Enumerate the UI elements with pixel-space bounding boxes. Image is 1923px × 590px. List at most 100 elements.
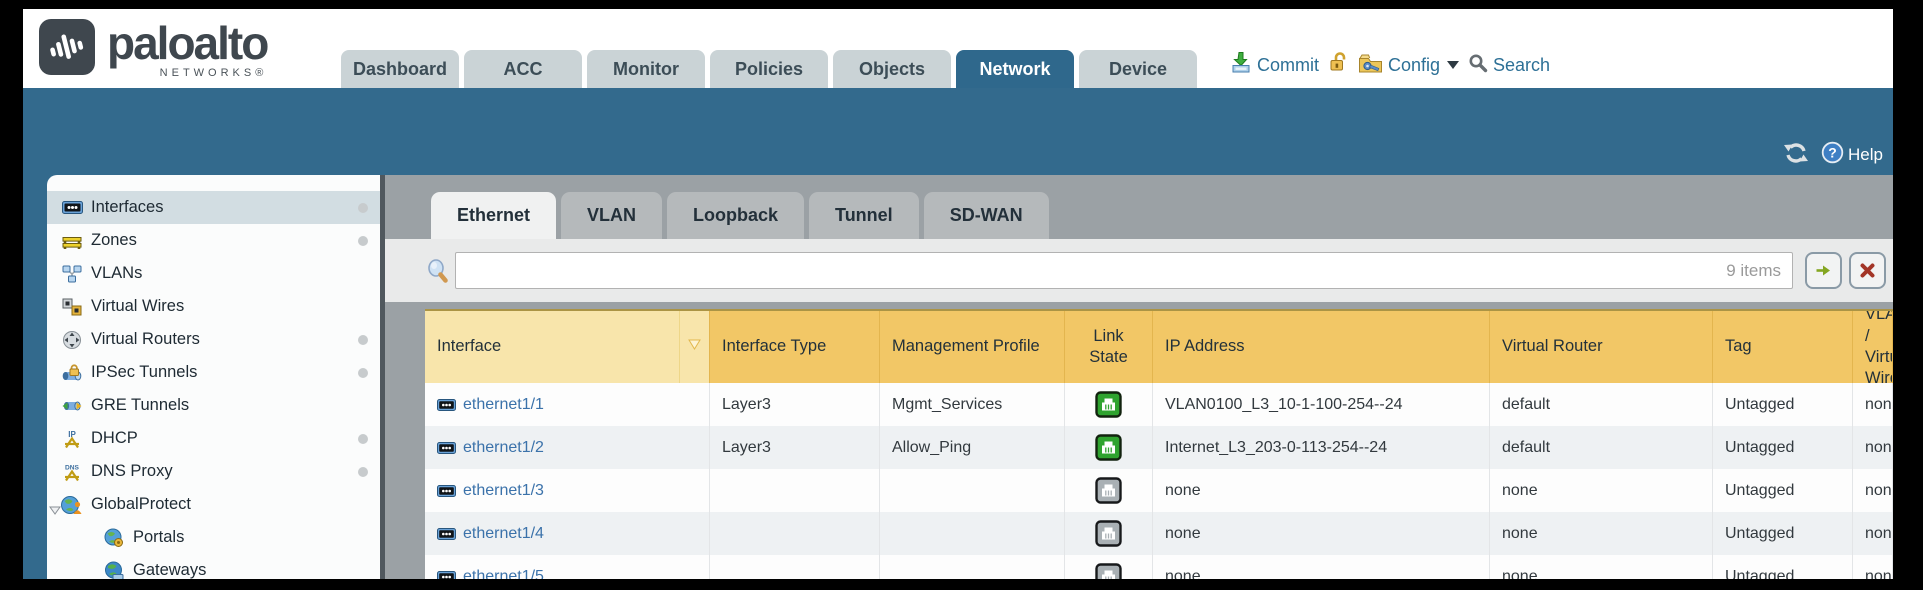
column-header-vlan-virtual-wire[interactable]: VLAN / Virtual Wire <box>1853 311 1893 383</box>
sidebar-item-vlans[interactable]: VLANs <box>47 257 380 290</box>
app-window: paloalto NETWORKS® Dashboard ACC Monitor… <box>23 9 1893 579</box>
cell-ip-address: Internet_L3_203-0-113-254--24 <box>1153 426 1490 469</box>
link-state-down-icon <box>1095 520 1122 547</box>
link-state-up-icon <box>1095 434 1122 461</box>
sidebar-item-virtual-wires[interactable]: Virtual Wires <box>47 290 380 323</box>
tab-sdwan[interactable]: SD-WAN <box>924 192 1049 239</box>
tab-acc[interactable]: ACC <box>464 50 582 88</box>
filter-field: 9 items <box>455 252 1793 289</box>
help-icon: ? <box>1821 141 1844 169</box>
tab-ethernet[interactable]: Ethernet <box>431 192 556 239</box>
column-sort-dropdown[interactable] <box>680 311 710 383</box>
sidebar-item-label: IPSec Tunnels <box>91 363 197 382</box>
ethernet-interface-icon <box>437 528 456 540</box>
column-header-virtual-router[interactable]: Virtual Router <box>1490 311 1713 383</box>
cell-vlan: none <box>1853 555 1893 579</box>
dns-proxy-icon: DNS <box>61 462 83 482</box>
table-row[interactable]: ethernet1/1 Layer3 Mgmt_Services VLAN010… <box>425 383 1893 426</box>
commit-button[interactable]: Commit <box>1230 51 1319 79</box>
table-row[interactable]: ethernet1/3 none none Untagged none <box>425 469 1893 512</box>
cell-interface-type <box>710 469 880 512</box>
sidebar-item-dns-proxy[interactable]: DNS DNS Proxy <box>47 455 380 488</box>
cell-management-profile: Allow_Ping <box>880 426 1065 469</box>
search-icon <box>1468 53 1488 78</box>
cell-management-profile <box>880 555 1065 579</box>
filter-toolbar: 9 items <box>385 239 1893 302</box>
filter-input[interactable] <box>455 252 1793 289</box>
interface-link[interactable]: ethernet1/3 <box>463 482 544 500</box>
refresh-icon[interactable] <box>1783 142 1809 169</box>
tab-policies[interactable]: Policies <box>710 50 828 88</box>
cell-management-profile <box>880 469 1065 512</box>
expand-collapse-icon[interactable] <box>49 501 61 510</box>
cell-ip-address: none <box>1153 469 1490 512</box>
sidebar-item-virtual-routers[interactable]: Virtual Routers <box>47 323 380 356</box>
table-row[interactable]: ethernet1/4 none none Untagged none <box>425 512 1893 555</box>
workspace: Interfaces Zones VLANs Virtual Wires <box>23 175 1893 579</box>
table-row[interactable]: ethernet1/5 none none Untagged none <box>425 555 1893 579</box>
sidebar-item-label: Gateways <box>133 561 206 579</box>
column-header-link-state[interactable]: Link State <box>1065 311 1153 383</box>
cell-ip-address: none <box>1153 555 1490 579</box>
config-icon <box>1358 52 1383 78</box>
tab-loopback[interactable]: Loopback <box>667 192 804 239</box>
interface-link[interactable]: ethernet1/5 <box>463 568 544 580</box>
lock-icon[interactable] <box>1328 51 1349 79</box>
column-header-ip-address[interactable]: IP Address <box>1153 311 1490 383</box>
ethernet-interface-icon <box>437 571 456 580</box>
tab-objects[interactable]: Objects <box>833 50 951 88</box>
cell-tag: Untagged <box>1713 512 1853 555</box>
interface-link[interactable]: ethernet1/4 <box>463 525 544 543</box>
filter-search-icon <box>427 259 449 288</box>
config-menu[interactable]: Config <box>1358 52 1459 78</box>
sidebar-item-portals[interactable]: Portals <box>47 521 380 554</box>
tab-dashboard[interactable]: Dashboard <box>341 50 459 88</box>
column-header-management-profile[interactable]: Management Profile <box>880 311 1065 383</box>
sidebar-item-label: GlobalProtect <box>91 495 191 514</box>
sidebar-item-label: Virtual Wires <box>91 297 184 316</box>
sidebar-item-globalprotect[interactable]: GlobalProtect <box>47 488 380 521</box>
sidebar-item-label: DHCP <box>91 429 138 448</box>
dhcp-icon: IP <box>61 429 83 449</box>
table-row[interactable]: ethernet1/2 Layer3 Allow_Ping Internet_L… <box>425 426 1893 469</box>
column-header-interface-type[interactable]: Interface Type <box>710 311 880 383</box>
tab-network[interactable]: Network <box>956 50 1074 88</box>
search-button[interactable]: Search <box>1468 53 1550 78</box>
column-header-tag[interactable]: Tag <box>1713 311 1853 383</box>
commit-label: Commit <box>1257 55 1319 76</box>
help-button[interactable]: ? Help <box>1821 141 1883 169</box>
paloalto-logo: paloalto NETWORKS® <box>39 19 267 79</box>
column-header-interface[interactable]: Interface <box>425 311 680 383</box>
sidebar-item-interfaces[interactable]: Interfaces <box>47 191 380 224</box>
cell-ip-address: none <box>1153 512 1490 555</box>
sidebar-item-ipsec-tunnels[interactable]: IPSec Tunnels <box>47 356 380 389</box>
interface-link[interactable]: ethernet1/2 <box>463 439 544 457</box>
cell-vlan: none <box>1853 426 1893 469</box>
brand-title: paloalto <box>107 19 267 67</box>
sidebar-item-gre-tunnels[interactable]: GRE Tunnels <box>47 389 380 422</box>
cell-tag: Untagged <box>1713 383 1853 426</box>
sidebar-item-dhcp[interactable]: IP DHCP <box>47 422 380 455</box>
link-state-up-icon <box>1095 391 1122 418</box>
tab-tunnel[interactable]: Tunnel <box>809 192 919 239</box>
tab-device[interactable]: Device <box>1079 50 1197 88</box>
interface-link[interactable]: ethernet1/1 <box>463 396 544 414</box>
cell-vlan: none <box>1853 512 1893 555</box>
config-label: Config <box>1388 55 1440 76</box>
cell-interface-type <box>710 512 880 555</box>
clear-filter-button[interactable] <box>1849 252 1886 289</box>
cell-tag: Untagged <box>1713 426 1853 469</box>
sidebar-item-gateways[interactable]: Gateways <box>47 554 380 579</box>
link-state-down-icon <box>1095 477 1122 504</box>
sidebar-item-zones[interactable]: Zones <box>47 224 380 257</box>
sidebar-item-label: DNS Proxy <box>91 462 173 481</box>
cell-virtual-router: none <box>1490 512 1713 555</box>
interfaces-table: Interface Interface Type Management Prof… <box>425 309 1893 579</box>
ipsec-tunnels-icon <box>61 363 83 383</box>
tab-vlan[interactable]: VLAN <box>561 192 662 239</box>
cell-management-profile <box>880 512 1065 555</box>
search-label: Search <box>1493 55 1550 76</box>
commit-icon <box>1230 51 1252 79</box>
apply-filter-button[interactable] <box>1805 252 1842 289</box>
tab-monitor[interactable]: Monitor <box>587 50 705 88</box>
